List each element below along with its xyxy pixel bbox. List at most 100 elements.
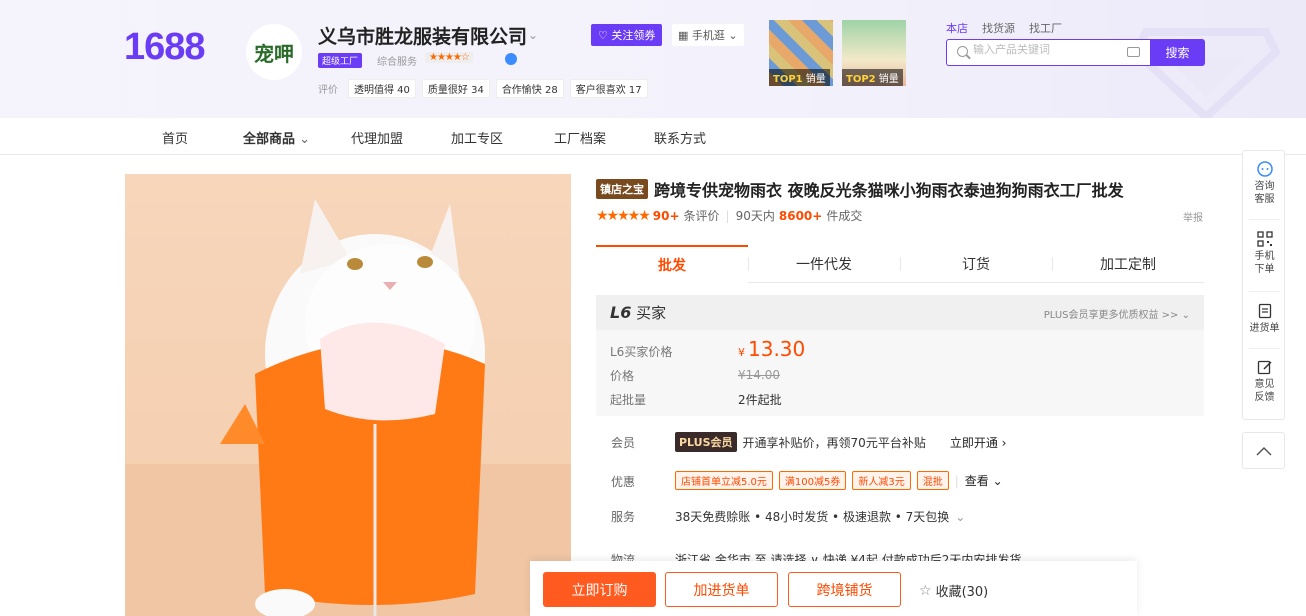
heart-icon: ♡ — [598, 29, 612, 42]
nav-contact[interactable]: 联系方式 — [654, 128, 706, 147]
grid-icon: ▦ — [678, 29, 692, 42]
eval-tag[interactable]: 合作愉快 28 — [495, 79, 564, 98]
view-coupons-link[interactable]: 查看 ⌄ — [965, 472, 1003, 489]
nav-home[interactable]: 首页 — [162, 128, 188, 147]
chevron-down-icon: ⌄ — [1178, 310, 1190, 321]
service-label: 综合服务 — [377, 57, 417, 68]
tab-this-shop[interactable]: 本店 — [946, 20, 968, 36]
coupon-tag[interactable]: 店铺首单立减5.0元 — [675, 471, 773, 490]
separator: | — [954, 473, 959, 488]
product-title-text: 跨境专供宠物雨衣 夜晚反光条猫咪小狗雨衣泰迪狗狗雨衣工厂批发 — [654, 181, 1124, 200]
rating-row: ★★★★★ 90+ 条评价 | 90天内 8600+ 件成交 — [596, 207, 862, 224]
nav-all-products[interactable]: 全部商品 ⌄ — [243, 128, 310, 147]
tab-order[interactable]: 订货 — [900, 245, 1052, 283]
coupon-tag[interactable]: 混批 — [916, 471, 949, 490]
chat-icon — [1256, 161, 1273, 177]
search-scope-tabs: 本店 找货源 找工厂 — [946, 20, 1062, 36]
top-label: TOP1 销量 — [769, 69, 830, 86]
divider — [1249, 291, 1280, 292]
back-to-top-button[interactable] — [1242, 432, 1285, 469]
chevron-down-icon: ⌄ — [295, 132, 311, 147]
sidebar-item-feedback[interactable]: 意见反馈 — [1243, 359, 1286, 404]
favorite-button[interactable]: ☆ 收藏(30) — [919, 581, 988, 601]
sidebar-item-mobile-order[interactable]: 手机下单 — [1243, 231, 1286, 276]
top-label: TOP2 销量 — [842, 69, 903, 86]
sidebar-item-customer-service[interactable]: 咨询客服 — [1243, 161, 1286, 206]
member-level: L6 买家 — [610, 303, 667, 322]
tab-find-factory[interactable]: 找工厂 — [1029, 20, 1062, 36]
tab-dropship[interactable]: 一件代发 — [748, 245, 900, 283]
purchase-tabs: 批发 一件代发 订货 加工定制 — [596, 245, 1204, 283]
verified-icon — [505, 53, 517, 65]
divider — [1249, 348, 1280, 349]
chevron-down-icon[interactable]: ⌄ — [528, 28, 538, 42]
service-label: 服务 — [611, 510, 636, 524]
nav-processing[interactable]: 加工专区 — [451, 128, 503, 147]
tab-wholesale[interactable]: 批发 — [596, 245, 748, 283]
deal-label: 件成交 — [826, 209, 863, 223]
shop-logo[interactable]: 宠呷 — [246, 24, 302, 80]
chevron-down-icon: ⌄ — [724, 29, 738, 42]
chevron-up-icon — [1255, 446, 1272, 456]
price-box: L6买家价格 ¥13.30 价格 ¥14.00 起批量 2件起批 — [596, 330, 1204, 416]
action-bar: 立即订购 加进货单 跨境铺货 ☆ 收藏(30) — [530, 561, 1137, 616]
floating-sidebar: 咨询客服 手机下单 进货单 意见反馈 — [1242, 150, 1285, 420]
period-label: 90天内 — [735, 209, 775, 223]
deal-count: 8600+ — [778, 208, 823, 223]
member-level-bar: L6 买家 PLUS会员享更多优质权益 >> ⌄ — [596, 295, 1204, 330]
tab-find-source[interactable]: 找货源 — [982, 20, 1015, 36]
min-order-label: 起批量 — [610, 393, 647, 407]
separator: | — [725, 208, 730, 223]
rating-stars: ★★★★★ — [596, 207, 651, 224]
add-to-cart-button[interactable]: 加进货单 — [665, 572, 778, 607]
search-button[interactable]: 搜索 — [1150, 39, 1205, 66]
search-input[interactable] — [973, 44, 1123, 56]
factory-badge: 超级工厂 — [318, 53, 363, 68]
chevron-down-icon: ⌄ — [988, 474, 1003, 488]
top-product-2[interactable]: TOP2 销量 — [842, 20, 906, 86]
follow-button[interactable]: ♡ 关注领券 — [591, 24, 663, 46]
diamond-decoration-icon — [1131, 28, 1281, 118]
nav-factory-profile[interactable]: 工厂档案 — [554, 128, 606, 147]
shop-name[interactable]: 义乌市胜龙服装有限公司 — [318, 22, 527, 49]
cat-in-raincoat-image — [125, 199, 571, 616]
tab-custom[interactable]: 加工定制 — [1052, 245, 1204, 283]
service-text: 38天免费赊账 • 48小时发货 • 极速退款 • 7天包换 — [675, 510, 950, 524]
product-title: 镇店之宝 跨境专供宠物雨衣 夜晚反光条猫咪小狗雨衣泰迪狗狗雨衣工厂批发 — [596, 177, 1124, 201]
top-product-1[interactable]: TOP1 销量 — [769, 20, 833, 86]
list-icon — [1258, 303, 1271, 319]
coupon-tag[interactable]: 新人减3元 — [852, 471, 911, 490]
treasure-tag: 镇店之宝 — [596, 179, 648, 199]
coupon-tag[interactable]: 满100减5券 — [778, 471, 847, 490]
product-image[interactable] — [125, 174, 571, 616]
star-icon: ☆ — [919, 582, 932, 599]
open-plus-link[interactable]: 立即开通 › — [950, 434, 1007, 451]
site-logo[interactable]: 1688 — [124, 26, 206, 69]
camera-icon[interactable] — [1127, 47, 1140, 57]
member-text: 开通享补贴价，再领70元平台补贴 — [742, 435, 926, 450]
original-price: ¥14.00 — [738, 368, 780, 382]
discount-label: 优惠 — [611, 475, 636, 489]
edit-icon — [1257, 360, 1272, 375]
mobile-button[interactable]: ▦ 手机逛 ⌄ — [672, 24, 744, 46]
l6-price-label: L6买家价格 — [610, 345, 673, 359]
member-label: 会员 — [611, 436, 636, 450]
nav-agency[interactable]: 代理加盟 — [351, 128, 403, 147]
report-link[interactable]: 举报 — [1183, 209, 1203, 224]
eval-tag[interactable]: 质量很好 34 — [421, 79, 490, 98]
sidebar-item-cart[interactable]: 进货单 — [1243, 303, 1286, 335]
search-icon — [957, 46, 968, 57]
review-count[interactable]: 90+ — [653, 209, 680, 223]
member-row: PLUS会员 开通享补贴价，再领70元平台补贴 立即开通 › — [675, 432, 1006, 452]
eval-tag[interactable]: 客户很喜欢 17 — [569, 79, 648, 98]
qrcode-icon — [1256, 231, 1273, 247]
divider — [1249, 219, 1280, 220]
buy-now-button[interactable]: 立即订购 — [543, 572, 656, 607]
shop-header: 1688 宠呷 义乌市胜龙服装有限公司 ⌄ 超级工厂 综合服务 ★★★★☆ 评价… — [0, 0, 1306, 118]
review-label: 条评价 — [683, 209, 720, 223]
eval-tag[interactable]: 透明值得 40 — [348, 79, 416, 98]
service-row[interactable]: 38天免费赊账 • 48小时发货 • 极速退款 • 7天包换 ⌄ — [675, 508, 965, 525]
cross-border-button[interactable]: 跨境铺货 — [788, 572, 901, 607]
chevron-down-icon: ⌄ — [955, 509, 966, 524]
plus-benefits-link[interactable]: PLUS会员享更多优质权益 >> ⌄ — [1044, 306, 1190, 321]
